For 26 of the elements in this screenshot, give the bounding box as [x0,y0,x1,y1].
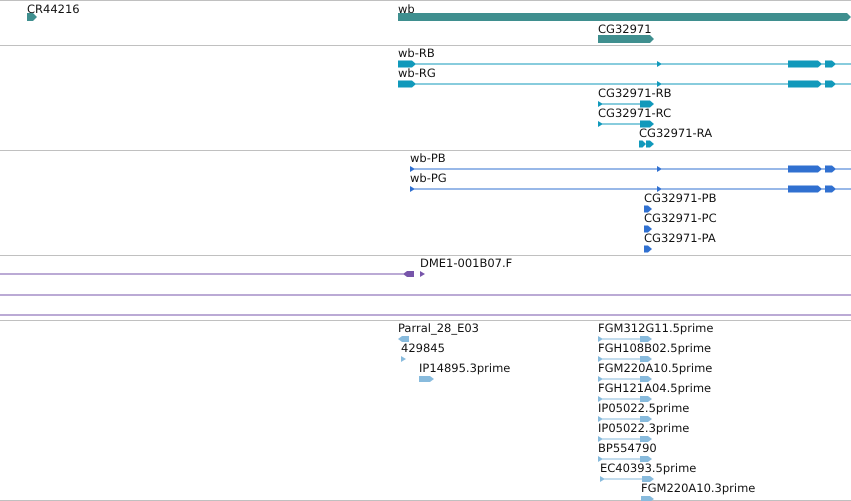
feature-label: IP14895.3prime [419,362,510,375]
feature-label: Parral_28_E03 [398,322,479,335]
feature-label: FGH121A04.5prime [598,382,712,395]
feature-label: BP554790 [598,442,657,455]
feature-label: CG32971-RA [639,127,712,140]
feature-label: CR44216 [27,3,80,16]
feature-label: wb-RG [398,67,436,80]
feature-label: DME1-001B07.F [420,257,512,270]
feature-label: wb-PB [410,152,446,165]
feature-label: CG32971-PA [644,232,716,245]
feature-label: IP05022.5prime [598,402,690,415]
feature-label: 429845 [401,342,445,355]
feature-label: CG32971-PB [644,192,716,205]
feature-label: FGM312G11.5prime [598,322,714,335]
feature-label: CG32971 [598,23,652,36]
feature-label: wb [398,3,415,16]
feature-label: FGM220A10.5prime [598,362,712,375]
feature-label: EC40393.5prime [600,462,696,475]
feature-label: CG32971-RB [598,87,672,100]
feature-label: FGM220A10.3prime [641,482,756,495]
feature-label: CG32971-PC [644,212,717,225]
feature-label: CG32971-RC [598,107,672,120]
feature-label: IP05022.3prime [598,422,690,435]
feature-label: wb-PG [410,172,447,185]
feature-label: FGH108B02.5prime [598,342,712,355]
feature-label: wb-RB [398,47,435,60]
